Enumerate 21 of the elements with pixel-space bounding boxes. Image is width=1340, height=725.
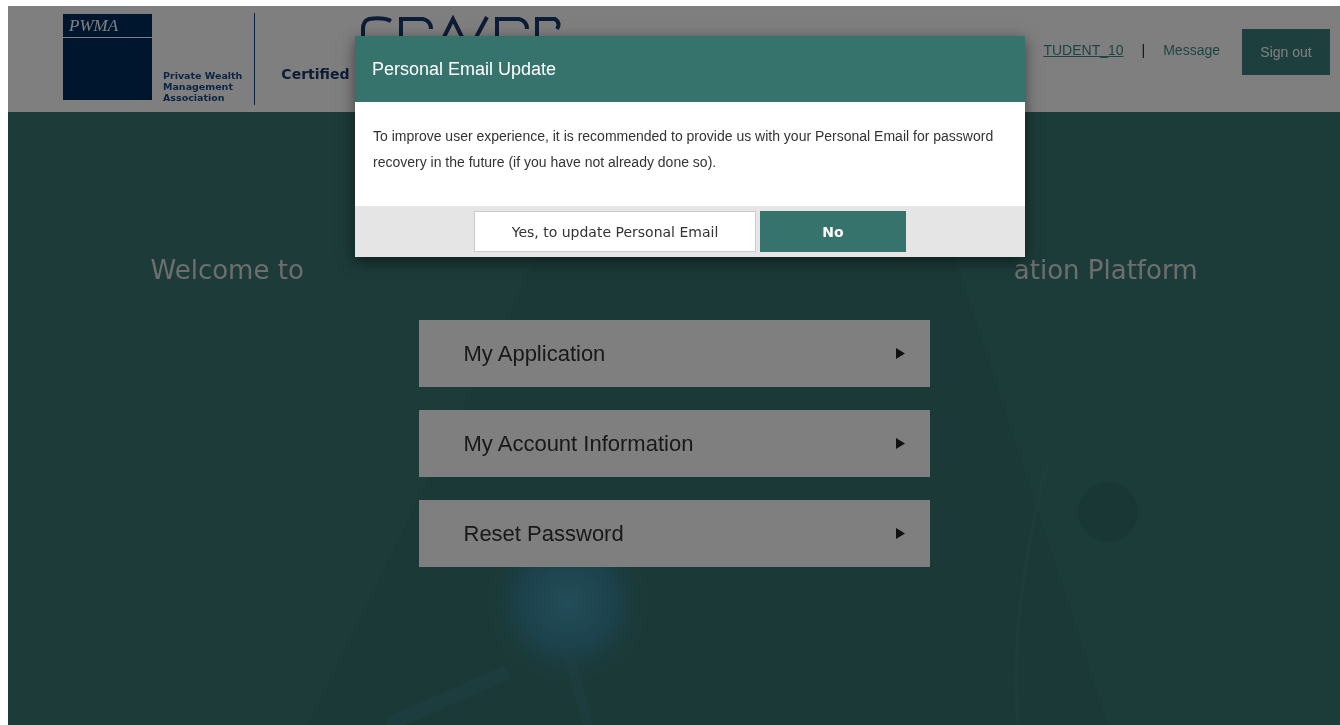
play-icon	[895, 348, 905, 359]
play-icon	[895, 528, 905, 539]
menu-button[interactable]: Reset Password	[418, 500, 930, 567]
menu-button[interactable]: My Application	[418, 320, 930, 387]
logo-tagline: Association	[163, 92, 226, 103]
welcome-heading: Welcome to	[150, 255, 304, 285]
logo-tagline: Management	[163, 81, 234, 92]
play-icon	[895, 438, 905, 449]
menu-button[interactable]: My Account Information	[418, 410, 930, 477]
message-link[interactable]: Message	[1163, 42, 1220, 58]
separator: |	[1141, 42, 1146, 58]
update-email-button[interactable]: Yes, to update Personal Email	[474, 211, 756, 252]
logo-wordmark: PWMA	[63, 14, 152, 38]
welcome-heading: ation Platform	[1013, 255, 1198, 285]
dialog-message: To improve user experience, it is recommended to provide us with your Personal Email for password recovery in the future (if you have not already done so).	[372, 127, 995, 172]
dialog-title: Personal Email Update	[372, 58, 557, 80]
logo-tagline: Private Wealth	[163, 70, 243, 81]
no-button[interactable]: No	[760, 211, 906, 252]
certified-label: Certified	[281, 66, 350, 82]
username-link[interactable]: TUDENT_10	[1043, 42, 1124, 58]
sign-out-button[interactable]: Sign out	[1242, 29, 1330, 75]
